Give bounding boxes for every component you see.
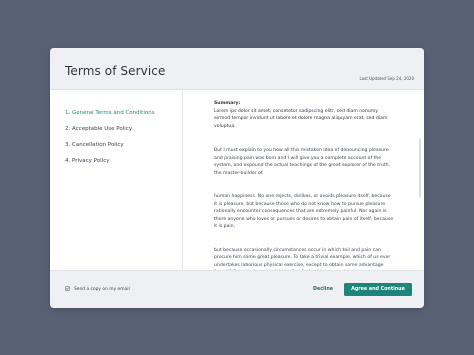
summary-label: Summary: bbox=[214, 101, 241, 106]
sidebar-item-privacy[interactable]: 4. Privacy Policy bbox=[65, 158, 109, 164]
agree-continue-button[interactable]: Agree and Continue bbox=[344, 283, 412, 296]
terms-paragraph: human happiness. No one rejects, dislike… bbox=[214, 194, 394, 229]
last-updated-date: Last Updated Sep 24, 2020 bbox=[359, 76, 414, 81]
sidebar-item-general-terms[interactable]: 1. General Terms and Conditions bbox=[65, 110, 155, 116]
send-copy-checkbox[interactable]: Send a copy on my email bbox=[65, 286, 130, 293]
terms-paragraph: but because occasionally circumstances o… bbox=[214, 247, 391, 268]
summary-text: Lorem ips dolor sit amet, consetetur sad… bbox=[214, 108, 388, 129]
content-scrollbar[interactable] bbox=[419, 138, 421, 198]
sidebar-item-cancellation[interactable]: 3. Cancellation Policy bbox=[65, 142, 124, 148]
terms-text: Summary: Lorem ips dolor sit amet, conse… bbox=[214, 100, 394, 270]
mail-checkbox-icon bbox=[65, 286, 70, 293]
sections-sidebar: 1. General Terms and Conditions 2. Accep… bbox=[50, 90, 183, 270]
decline-button[interactable]: Decline bbox=[303, 283, 343, 295]
modal-footer: Send a copy on my email Decline Agree an… bbox=[50, 270, 424, 308]
terms-paragraph: But I must explain to you how all this m… bbox=[214, 148, 391, 176]
terms-modal: Terms of Service Last Updated Sep 24, 20… bbox=[50, 48, 424, 308]
sidebar-item-acceptable-use[interactable]: 2. Acceptable Use Policy bbox=[65, 126, 132, 132]
send-copy-label: Send a copy on my email bbox=[74, 287, 130, 292]
modal-header: Terms of Service Last Updated Sep 24, 20… bbox=[50, 48, 424, 90]
terms-content[interactable]: Summary: Lorem ips dolor sit amet, conse… bbox=[183, 90, 424, 270]
page-title: Terms of Service bbox=[65, 64, 166, 78]
